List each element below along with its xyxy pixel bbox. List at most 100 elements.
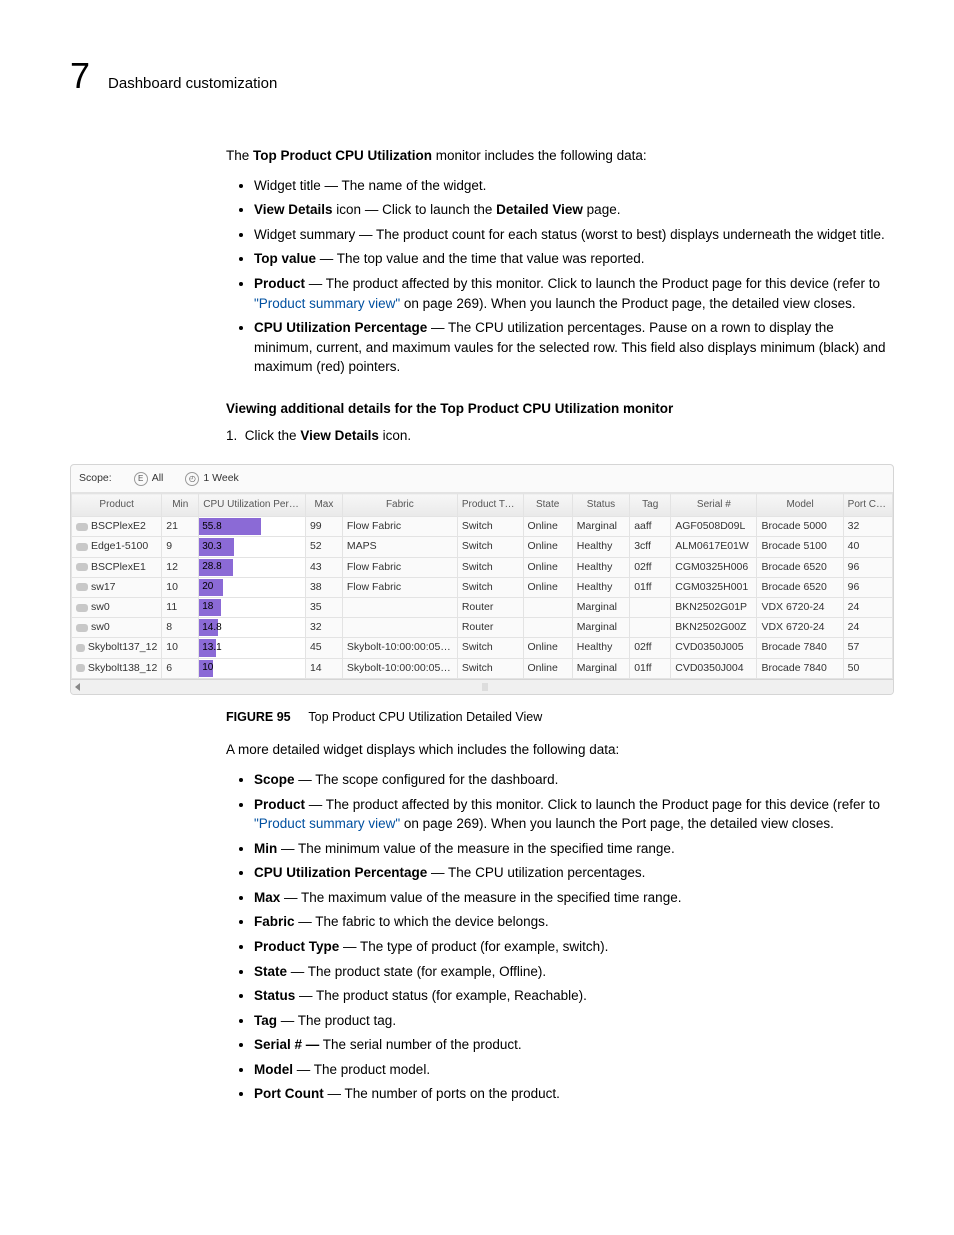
col-max[interactable]: Max <box>305 494 342 517</box>
text-bold: Serial # — <box>254 1037 319 1052</box>
cell-tag: 01ff <box>630 577 671 597</box>
device-icon <box>76 624 88 632</box>
scope-bar: Scope: EAll ◴ 1 Week <box>71 465 893 493</box>
cell-cpu: 10 <box>199 658 306 678</box>
cell-status: Healthy <box>572 638 629 658</box>
cell-ptype: Switch <box>457 517 523 537</box>
cell-max: 99 <box>305 517 342 537</box>
col-fabric[interactable]: Fabric <box>342 494 457 517</box>
text-bold: Tag <box>254 1013 277 1028</box>
col-cpu[interactable]: CPU Utilization Percentage <box>199 494 306 517</box>
text: — The product affected by this monitor. … <box>305 276 880 291</box>
text: — The product model. <box>293 1062 430 1077</box>
cell-serial: CVD0350J005 <box>671 638 757 658</box>
cell-product: BSCPlexE2 <box>91 519 146 534</box>
table-row[interactable]: sw0814.832RouterMarginalBKN2502G00ZVDX 6… <box>72 618 893 638</box>
cell-status: Healthy <box>572 537 629 557</box>
table-row[interactable]: sw0111835RouterMarginalBKN2502G01PVDX 67… <box>72 598 893 618</box>
table-row[interactable]: Skybolt138_1261014Skybolt-10:00:00:05:33… <box>72 658 893 678</box>
device-icon <box>76 523 88 531</box>
col-serial[interactable]: Serial # <box>671 494 757 517</box>
text-bold: Product <box>254 797 305 812</box>
cell-ptype: Switch <box>457 638 523 658</box>
text-bold: View Details <box>254 202 333 217</box>
detail-intro: A more detailed widget displays which in… <box>226 740 894 760</box>
table-row[interactable]: BSCPlexE11228.843Flow FabricSwitchOnline… <box>72 557 893 577</box>
col-model[interactable]: Model <box>757 494 843 517</box>
scope-value-2: ◴ 1 Week <box>185 471 238 486</box>
cell-ptype: Switch <box>457 577 523 597</box>
text-bold: State <box>254 964 287 979</box>
col-state[interactable]: State <box>523 494 572 517</box>
text: Widget title — The name of the widget. <box>254 178 486 193</box>
clock-icon: ◴ <box>185 472 199 486</box>
scroll-left-arrow-icon[interactable] <box>75 683 80 691</box>
figure-label: FIGURE 95 <box>226 710 291 724</box>
table-row[interactable]: Edge1-5100930.352MAPSSwitchOnlineHealthy… <box>72 537 893 557</box>
cell-model: Brocade 7840 <box>757 658 843 678</box>
cell-cpu: 55.8 <box>199 517 306 537</box>
cell-model: VDX 6720-24 <box>757 598 843 618</box>
list-item: CPU Utilization Percentage — The CPU uti… <box>254 318 894 377</box>
cell-min: 11 <box>162 598 199 618</box>
table-row[interactable]: sw17102038Flow FabricSwitchOnlineHealthy… <box>72 577 893 597</box>
col-status[interactable]: Status <box>572 494 629 517</box>
figure-title: Top Product CPU Utilization Detailed Vie… <box>308 710 542 724</box>
section-title: Dashboard customization <box>108 73 277 95</box>
cell-tag: aaff <box>630 517 671 537</box>
text: — The product status (for example, Reach… <box>295 988 587 1003</box>
list-item: View Details icon — Click to launch the … <box>254 200 894 220</box>
scope-value-1: EAll <box>134 471 164 486</box>
text-bold: CPU Utilization Percentage <box>254 865 427 880</box>
detailed-view-figure: Scope: EAll ◴ 1 Week Product Min CPU Util… <box>70 464 894 695</box>
scope-label: Scope: <box>79 471 112 486</box>
text: Widget summary — The product count for e… <box>254 227 885 242</box>
cell-max: 32 <box>305 618 342 638</box>
cell-state: Online <box>523 517 572 537</box>
col-ptype[interactable]: Product Type <box>457 494 523 517</box>
text: 1 Week <box>203 472 238 484</box>
cell-ptype: Switch <box>457 557 523 577</box>
col-product[interactable]: Product <box>72 494 162 517</box>
cell-status: Healthy <box>572 557 629 577</box>
col-tag[interactable]: Tag <box>630 494 671 517</box>
subheading: Viewing additional details for the Top P… <box>226 399 894 419</box>
cell-pc: 24 <box>843 618 892 638</box>
list-item: Product Type — The type of product (for … <box>254 937 894 957</box>
cell-tag: 3cff <box>630 537 671 557</box>
cell-ptype: Switch <box>457 658 523 678</box>
text: — The fabric to which the device belongs… <box>295 914 549 929</box>
text: The <box>226 148 253 163</box>
horizontal-scrollbar[interactable] <box>71 679 893 694</box>
text-bold: Status <box>254 988 295 1003</box>
cell-status: Marginal <box>572 658 629 678</box>
cell-cpu: 28.8 <box>199 557 306 577</box>
cell-cpu: 18 <box>199 598 306 618</box>
table-row[interactable]: BSCPlexE22155.899Flow FabricSwitchOnline… <box>72 517 893 537</box>
col-min[interactable]: Min <box>162 494 199 517</box>
cell-product: Skybolt137_12 <box>88 640 157 655</box>
cell-max: 52 <box>305 537 342 557</box>
text: — The product tag. <box>277 1013 396 1028</box>
text: — The number of ports on the product. <box>324 1086 560 1101</box>
scroll-grip-icon[interactable] <box>482 683 488 691</box>
device-icon <box>76 664 85 672</box>
cell-product: BSCPlexE1 <box>91 560 146 575</box>
link-product-summary[interactable]: "Product summary view" <box>254 296 400 311</box>
text: — The top value and the time that value … <box>316 251 644 266</box>
link-product-summary[interactable]: "Product summary view" <box>254 816 400 831</box>
list-item: Top value — The top value and the time t… <box>254 249 894 269</box>
cell-state: Online <box>523 658 572 678</box>
device-icon <box>76 563 88 571</box>
cell-serial: BKN2502G00Z <box>671 618 757 638</box>
cell-max: 43 <box>305 557 342 577</box>
cell-status: Marginal <box>572 598 629 618</box>
table-row[interactable]: Skybolt137_121013.145Skybolt-10:00:00:05… <box>72 638 893 658</box>
text: icon — Click to launch the <box>333 202 497 217</box>
cell-tag: 01ff <box>630 658 671 678</box>
cell-model: Brocade 7840 <box>757 638 843 658</box>
cell-product: sw0 <box>91 620 110 635</box>
text: — The product affected by this monitor. … <box>305 797 880 812</box>
list-item: Fabric — The fabric to which the device … <box>254 912 894 932</box>
col-pc[interactable]: Port Coun <box>843 494 892 517</box>
